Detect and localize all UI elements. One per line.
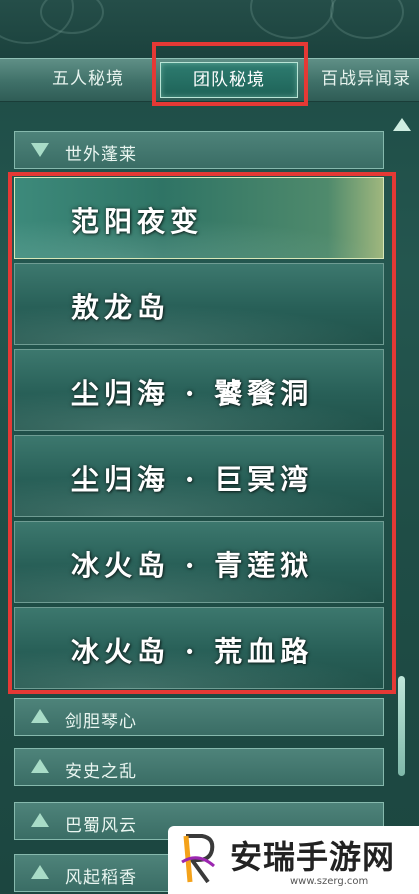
dungeon-tab-bar: 五人秘境 团队秘境 百战异闻录 xyxy=(0,58,419,102)
dungeon-name: 冰火岛 · 青莲狱 xyxy=(71,549,314,582)
watermark: 安瑞手游网 www.szerg.com xyxy=(168,826,419,894)
dungeon-item[interactable]: 冰火岛 · 荒血路 xyxy=(14,607,384,689)
section-label: 风起稻香 xyxy=(65,868,137,888)
dungeon-list: 世外蓬莱 范阳夜变 敖龙岛 尘归海 · 饕餮洞 尘归海 · 巨冥湾 冰火岛 · … xyxy=(0,104,419,894)
dungeon-name: 尘归海 · 巨冥湾 xyxy=(71,463,314,496)
section-header-collapsed[interactable]: 安史之乱 xyxy=(14,748,384,786)
tab-five-person[interactable]: 五人秘境 xyxy=(26,59,150,101)
section-label: 安史之乱 xyxy=(65,762,137,782)
dungeon-name: 冰火岛 · 荒血路 xyxy=(71,635,314,668)
section-label: 世外蓬莱 xyxy=(65,145,137,165)
section-header-expanded[interactable]: 世外蓬莱 xyxy=(14,131,384,169)
watermark-url: www.szerg.com xyxy=(290,876,369,887)
scroll-thumb[interactable] xyxy=(398,676,405,776)
tab-hundred-battles[interactable]: 百战异闻录 xyxy=(306,59,419,101)
header-ornament xyxy=(0,0,419,58)
section-label: 巴蜀风云 xyxy=(65,816,137,836)
collapse-arrow-icon xyxy=(31,143,49,157)
watermark-title: 安瑞手游网 xyxy=(230,838,396,876)
section-label: 剑胆琴心 xyxy=(65,712,137,732)
list-scrollbar[interactable] xyxy=(390,116,412,776)
dungeon-item[interactable]: 冰火岛 · 青莲狱 xyxy=(14,521,384,603)
expand-arrow-icon xyxy=(31,759,49,773)
watermark-logo-icon xyxy=(181,834,215,884)
dungeon-name: 范阳夜变 xyxy=(71,205,204,238)
dungeon-item[interactable]: 尘归海 · 巨冥湾 xyxy=(14,435,384,517)
expand-arrow-icon xyxy=(31,709,49,723)
dungeon-name: 敖龙岛 xyxy=(71,291,171,324)
dungeon-item[interactable]: 敖龙岛 xyxy=(14,263,384,345)
section-header-collapsed[interactable]: 剑胆琴心 xyxy=(14,698,384,736)
dungeon-item-selected[interactable]: 范阳夜变 xyxy=(14,177,384,259)
expand-arrow-icon xyxy=(31,865,49,879)
dungeon-name: 尘归海 · 饕餮洞 xyxy=(71,377,314,410)
dungeon-item[interactable]: 尘归海 · 饕餮洞 xyxy=(14,349,384,431)
scroll-up-arrow-icon[interactable] xyxy=(393,118,411,131)
tab-team[interactable]: 团队秘境 xyxy=(160,62,298,98)
expand-arrow-icon xyxy=(31,813,49,827)
